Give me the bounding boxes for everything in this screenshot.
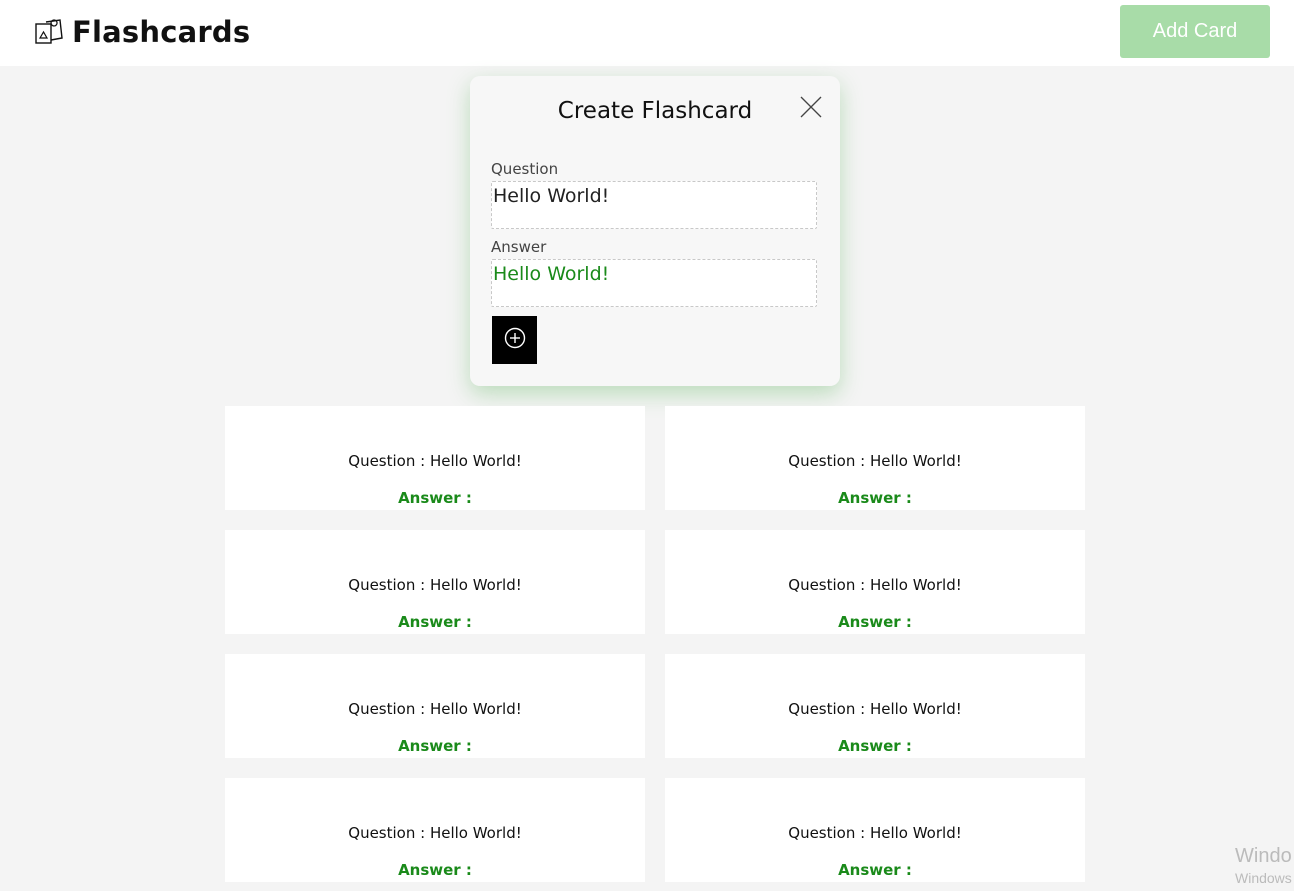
card-question: Question : Hello World!: [788, 824, 962, 842]
card-question: Question : Hello World!: [348, 824, 522, 842]
plus-circle-icon: [504, 327, 526, 353]
answer-input[interactable]: [492, 260, 816, 306]
flashcard[interactable]: Question : Hello World! Answer :: [225, 654, 645, 758]
close-icon[interactable]: [800, 96, 822, 118]
card-question: Question : Hello World!: [788, 700, 962, 718]
card-question: Question : Hello World!: [788, 452, 962, 470]
flashcard[interactable]: Question : Hello World! Answer :: [225, 778, 645, 882]
question-input[interactable]: [492, 182, 816, 228]
app-header: Flashcards Add Card: [0, 0, 1294, 66]
card-answer: Answer :: [838, 861, 912, 879]
question-label: Question: [491, 160, 559, 178]
question-field-box: [491, 181, 817, 229]
app-title: Flashcards: [72, 15, 251, 49]
modal-title: Create Flashcard: [557, 98, 753, 124]
card-answer: Answer :: [838, 489, 912, 507]
card-question: Question : Hello World!: [348, 452, 522, 470]
card-answer: Answer :: [838, 737, 912, 755]
card-question: Question : Hello World!: [348, 576, 522, 594]
flashcard[interactable]: Question : Hello World! Answer :: [665, 778, 1085, 882]
card-answer: Answer :: [398, 613, 472, 631]
flashcard[interactable]: Question : Hello World! Answer :: [665, 654, 1085, 758]
brand: Flashcards: [34, 12, 250, 52]
activation-watermark-title: Windo: [1235, 845, 1292, 867]
flashcard[interactable]: Question : Hello World! Answer :: [665, 406, 1085, 510]
card-answer: Answer :: [838, 613, 912, 631]
answer-label: Answer: [491, 238, 547, 256]
card-answer: Answer :: [398, 861, 472, 879]
add-flashcard-button[interactable]: [492, 316, 537, 364]
card-answer: Answer :: [398, 489, 472, 507]
activation-watermark-subtitle: Windows: [1235, 870, 1292, 886]
flashcard[interactable]: Question : Hello World! Answer :: [225, 406, 645, 510]
card-question: Question : Hello World!: [788, 576, 962, 594]
card-answer: Answer :: [398, 737, 472, 755]
flashcards-icon: [34, 17, 64, 47]
flashcard[interactable]: Question : Hello World! Answer :: [665, 530, 1085, 634]
create-flashcard-modal: Create Flashcard Question Answer: [470, 76, 840, 386]
card-question: Question : Hello World!: [348, 700, 522, 718]
flashcard[interactable]: Question : Hello World! Answer :: [225, 530, 645, 634]
answer-field-box: [491, 259, 817, 307]
add-card-button[interactable]: Add Card: [1120, 5, 1270, 58]
